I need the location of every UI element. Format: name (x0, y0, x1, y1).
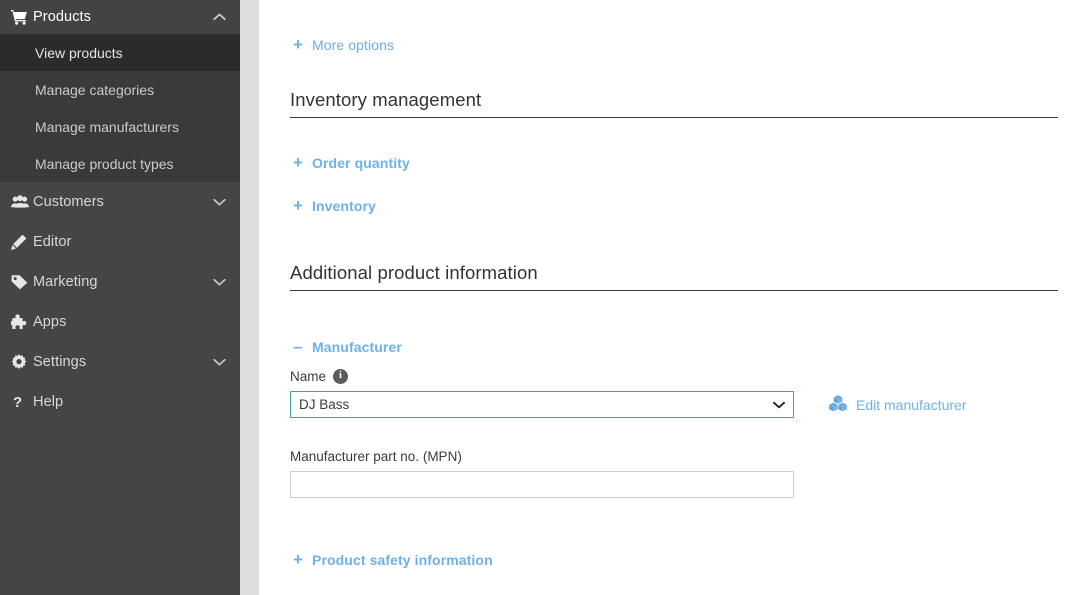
info-icon[interactable]: i (333, 369, 349, 384)
manufacturer-name-label: Name (290, 369, 327, 384)
sidebar-group-products[interactable]: Products (0, 0, 240, 34)
manufacturer-name-select-wrap: DJ Bass (290, 391, 794, 418)
sidebar-item-help[interactable]: ? Help (0, 382, 240, 422)
plus-icon: + (292, 550, 304, 569)
chevron-down-icon[interactable] (213, 198, 226, 206)
manufacturer-name-label-row: Name i (290, 369, 1057, 384)
manufacturer-label: Manufacturer (312, 338, 402, 355)
puzzle-piece-icon (11, 314, 33, 330)
mpn-label: Manufacturer part no. (MPN) (290, 449, 462, 464)
edit-manufacturer-label: Edit manufacturer (856, 396, 967, 413)
tag-icon (11, 274, 33, 290)
plus-icon: + (292, 196, 304, 215)
sidebar-item-manage-categories-label: Manage categories (35, 81, 155, 98)
sidebar-group-products-label: Products (33, 9, 92, 25)
manufacturer-name-row: DJ Bass Edit manufacturer (290, 391, 1057, 418)
order-quantity-label: Order quantity (312, 154, 410, 171)
plus-icon: + (292, 153, 304, 172)
manufacturer-name-selected-value: DJ Bass (299, 397, 350, 412)
users-icon (11, 195, 33, 209)
product-safety-information-toggle[interactable]: + Product safety information (290, 551, 1057, 568)
manufacturer-toggle[interactable]: – Manufacturer (290, 338, 1057, 355)
gear-icon (11, 354, 33, 370)
main-content: + More options Inventory management + Or… (259, 0, 1072, 595)
pencil-icon (11, 234, 33, 250)
sidebar-item-editor[interactable]: Editor (0, 222, 240, 262)
sidebar-item-settings-label: Settings (33, 354, 87, 370)
edit-manufacturer-link[interactable]: Edit manufacturer (829, 395, 967, 414)
plus-icon: + (292, 35, 304, 54)
sidebar-item-manage-manufacturers[interactable]: Manage manufacturers (0, 108, 240, 145)
chevron-up-icon[interactable] (213, 13, 226, 21)
sidebar-item-marketing[interactable]: Marketing (0, 262, 240, 302)
app-root: Products View products Manage categories… (0, 0, 1072, 595)
sidebar-item-customers-label: Customers (33, 194, 104, 210)
sidebar-item-apps-label: Apps (33, 314, 67, 330)
sidebar-item-manage-product-types-label: Manage product types (35, 155, 174, 172)
sidebar-item-customers[interactable]: Customers (0, 182, 240, 222)
sidebar-submenu-products: View products Manage categories Manage m… (0, 34, 240, 182)
sidebar-item-settings[interactable]: Settings (0, 342, 240, 382)
sidebar: Products View products Manage categories… (0, 0, 240, 595)
sidebar-item-editor-label: Editor (33, 234, 72, 250)
mpn-input[interactable] (290, 471, 794, 498)
cubes-icon (829, 395, 847, 414)
inventory-management-heading: Inventory management (290, 89, 1058, 118)
shopping-cart-icon (11, 9, 33, 25)
sidebar-item-manage-categories[interactable]: Manage categories (0, 71, 240, 108)
inventory-label: Inventory (312, 197, 376, 214)
sidebar-item-marketing-label: Marketing (33, 274, 98, 290)
chevron-down-icon[interactable] (213, 278, 226, 286)
additional-product-information-heading: Additional product information (290, 262, 1058, 291)
sidebar-item-view-products-label: View products (35, 44, 123, 61)
minus-icon: – (293, 337, 303, 356)
inventory-toggle[interactable]: + Inventory (290, 197, 1057, 214)
question-mark-icon: ? (13, 393, 23, 411)
sidebar-item-help-label: Help (33, 394, 64, 410)
product-safety-information-label: Product safety information (312, 551, 493, 568)
sidebar-item-apps[interactable]: Apps (0, 302, 240, 342)
sidebar-item-manage-product-types[interactable]: Manage product types (0, 145, 240, 182)
sidebar-item-view-products[interactable]: View products (0, 34, 240, 71)
order-quantity-toggle[interactable]: + Order quantity (290, 154, 1057, 171)
sidebar-scrollbar-track[interactable] (240, 0, 259, 595)
manufacturer-name-select[interactable]: DJ Bass (290, 391, 794, 418)
more-options-label: More options (312, 36, 395, 53)
sidebar-item-manage-manufacturers-label: Manage manufacturers (35, 118, 179, 135)
more-options-toggle[interactable]: + More options (290, 36, 1057, 53)
chevron-down-icon[interactable] (213, 358, 226, 366)
